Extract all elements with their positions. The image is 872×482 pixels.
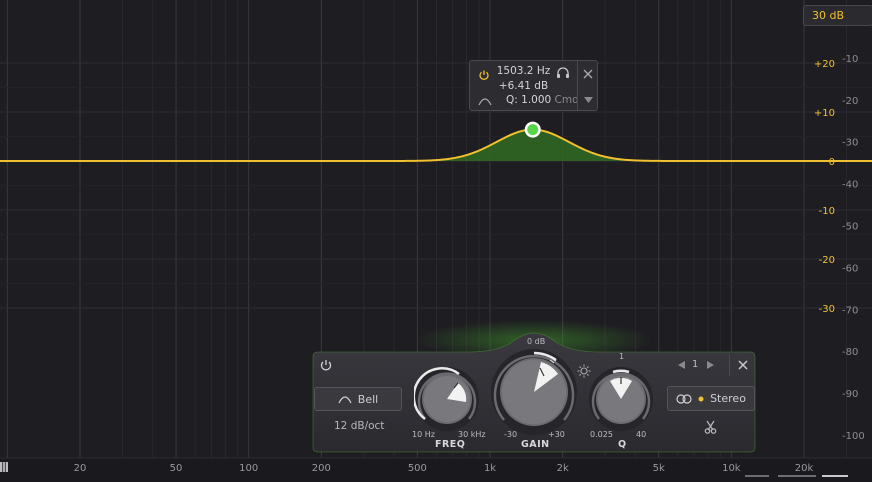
gain-label: GAIN <box>521 439 550 450</box>
gain-scale-label: +20 <box>814 59 835 70</box>
q-label: Q <box>618 439 627 450</box>
band-q-readout[interactable]: Q: 1.000 Cmd <box>506 94 579 106</box>
scissors-icon[interactable] <box>704 420 717 434</box>
freq-tick-label: 20k <box>795 463 814 474</box>
gain-min-label: -30 <box>504 430 518 439</box>
stereo-status-dot-icon <box>698 396 704 401</box>
stereo-link-icon <box>676 393 692 404</box>
band-tooltip: 1503.2 Hz +6.41 dB Q: 1.000 Cmd <box>469 60 598 111</box>
spectrum-scale-label: -70 <box>842 305 858 316</box>
q-max-label: 40 <box>636 430 647 439</box>
gain-knob[interactable] <box>490 348 578 436</box>
spectrum-scale-label: -90 <box>842 389 858 400</box>
freq-tick-label: 20 <box>74 463 87 474</box>
gain-scale-label: +10 <box>814 108 835 119</box>
chevron-down-icon[interactable] <box>584 97 593 103</box>
piano-icon <box>0 462 8 472</box>
freq-max-label: 30 kHz <box>458 430 486 439</box>
filter-shape-button[interactable]: Bell <box>314 387 402 411</box>
spectrum-scale-label: -100 <box>842 431 865 442</box>
modifier-hint: Cmd <box>554 94 579 106</box>
freq-knob[interactable] <box>414 366 480 432</box>
bell-shape-icon <box>478 98 492 106</box>
band-gain-readout[interactable]: +6.41 dB <box>470 80 577 92</box>
gain-scale-label: -30 <box>819 304 835 315</box>
next-band-icon[interactable] <box>707 361 714 369</box>
gain-scale-label: -20 <box>819 255 835 266</box>
close-icon[interactable] <box>583 69 593 79</box>
band-number: 1 <box>692 359 699 370</box>
spectrum-scale-label: -80 <box>842 347 858 358</box>
spectrum-scale-label: -20 <box>842 96 858 107</box>
gain-scale-label: -10 <box>819 206 835 217</box>
gain-scale-label: 0 <box>829 157 835 168</box>
q-min-label: 0.025 <box>590 430 613 439</box>
bell-shape-icon <box>338 395 352 403</box>
headphones-icon[interactable] <box>556 67 570 79</box>
stereo-label: Stereo <box>710 392 746 405</box>
gain-max-label: +30 <box>548 430 565 439</box>
freq-tick-label: 50 <box>170 463 183 474</box>
spectrum-scale-label: -10 <box>842 54 858 65</box>
q-center-label: 1 <box>619 352 625 361</box>
freq-min-label: 10 Hz <box>412 430 435 439</box>
spectrum-scale-label: -30 <box>842 138 858 149</box>
filter-shape-label: Bell <box>357 392 379 406</box>
freq-tick-label: 100 <box>239 463 258 474</box>
gain-center-label: 0 dB <box>527 337 546 346</box>
prev-band-icon[interactable] <box>678 361 685 369</box>
spectrum-scale-label: -60 <box>842 263 858 274</box>
band-power-icon[interactable] <box>319 358 333 372</box>
spectrum-scale-label: -50 <box>842 222 858 233</box>
spectrum-scale-label: -40 <box>842 180 858 191</box>
stereo-mode-button[interactable]: Stereo <box>667 386 755 411</box>
freq-label: FREQ <box>435 439 466 450</box>
delete-band-icon[interactable] <box>738 360 748 370</box>
slope-selector[interactable]: 12 dB/oct <box>334 420 384 432</box>
q-knob[interactable] <box>588 366 654 432</box>
range-button[interactable]: 30 dB <box>803 5 872 26</box>
